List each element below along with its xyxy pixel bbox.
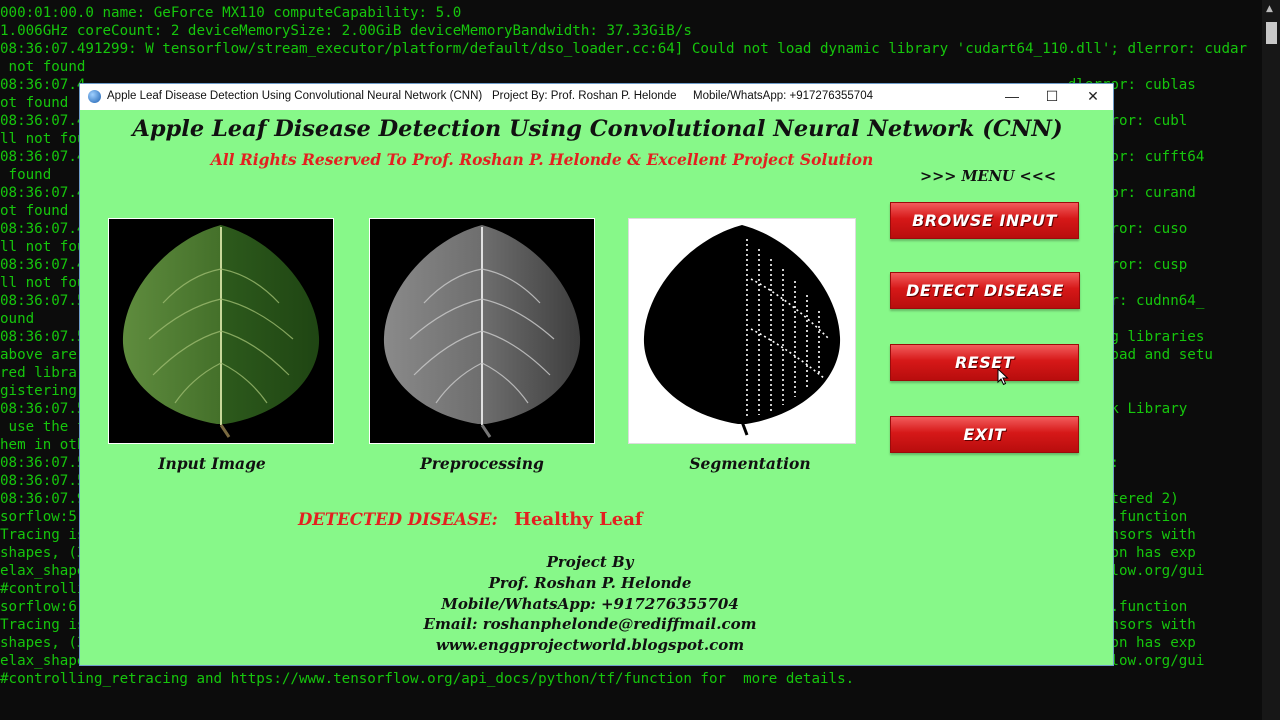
close-button[interactable]: ✕ — [1073, 84, 1113, 110]
app-window: Apple Leaf Disease Detection Using Convo… — [79, 83, 1114, 666]
terminal-line: not found — [0, 59, 86, 75]
exit-button[interactable]: EXIT — [890, 416, 1079, 453]
detected-disease-label: DETECTED DISEASE: — [298, 510, 498, 529]
maximize-button[interactable]: ☐ — [1032, 84, 1072, 110]
detected-disease-value: Healthy Leaf — [514, 509, 643, 530]
terminal-line: #controlling_retracing and https://www.t… — [0, 671, 855, 687]
menu-title: >>> MENU <<< — [920, 168, 1056, 185]
segmentation-label: Segmentation — [689, 454, 811, 473]
credits-mobile: Mobile/WhatsApp: +917276355704 — [441, 595, 739, 613]
reset-button[interactable]: RESET — [890, 344, 1079, 381]
preprocessing-label: Preprocessing — [420, 454, 544, 473]
input-image-label: Input Image — [158, 454, 266, 473]
terminal-line: 1.006GHz coreCount: 2 deviceMemorySize: … — [0, 23, 692, 39]
window-project-by: Project By: Prof. Roshan P. Helonde — [492, 90, 677, 102]
input-image-panel — [108, 218, 334, 444]
app-icon — [88, 90, 101, 103]
scroll-up-icon[interactable]: ▲ — [1266, 4, 1273, 14]
page-title: Apple Leaf Disease Detection Using Convo… — [132, 116, 1063, 142]
credits-email: Email: roshanphelonde@rediffmail.com — [423, 615, 757, 633]
terminal-scrollbar[interactable]: ▲ — [1262, 0, 1280, 720]
leaf-grayscale-image — [370, 219, 594, 443]
segmentation-image-panel — [628, 218, 856, 444]
terminal-line: 08:36:07.491299: W tensorflow/stream_exe… — [0, 41, 1248, 57]
leaf-binary-image — [629, 219, 855, 443]
credits-heading: Project By — [546, 553, 634, 571]
credits-name: Prof. Roshan P. Helonde — [488, 574, 692, 592]
detect-disease-button[interactable]: DETECT DISEASE — [890, 272, 1080, 309]
preprocessing-image-panel — [369, 218, 595, 444]
leaf-color-image — [109, 219, 333, 443]
minimize-button[interactable]: — — [992, 84, 1032, 110]
window-title: Apple Leaf Disease Detection Using Convo… — [107, 90, 483, 102]
credits-website: www.enggprojectworld.blogspot.com — [435, 636, 745, 654]
scrollbar-thumb[interactable] — [1266, 22, 1277, 44]
rights-notice: All Rights Reserved To Prof. Roshan P. H… — [210, 150, 874, 169]
window-mobile: Mobile/WhatsApp: +917276355704 — [693, 90, 873, 102]
terminal-line: 000:01:00.0 name: GeForce MX110 computeC… — [0, 5, 462, 21]
browse-input-button[interactable]: BROWSE INPUT — [890, 202, 1079, 239]
mouse-cursor-icon — [997, 368, 1009, 386]
window-titlebar[interactable]: Apple Leaf Disease Detection Using Convo… — [80, 84, 1113, 110]
app-content: Apple Leaf Disease Detection Using Convo… — [80, 110, 1113, 665]
